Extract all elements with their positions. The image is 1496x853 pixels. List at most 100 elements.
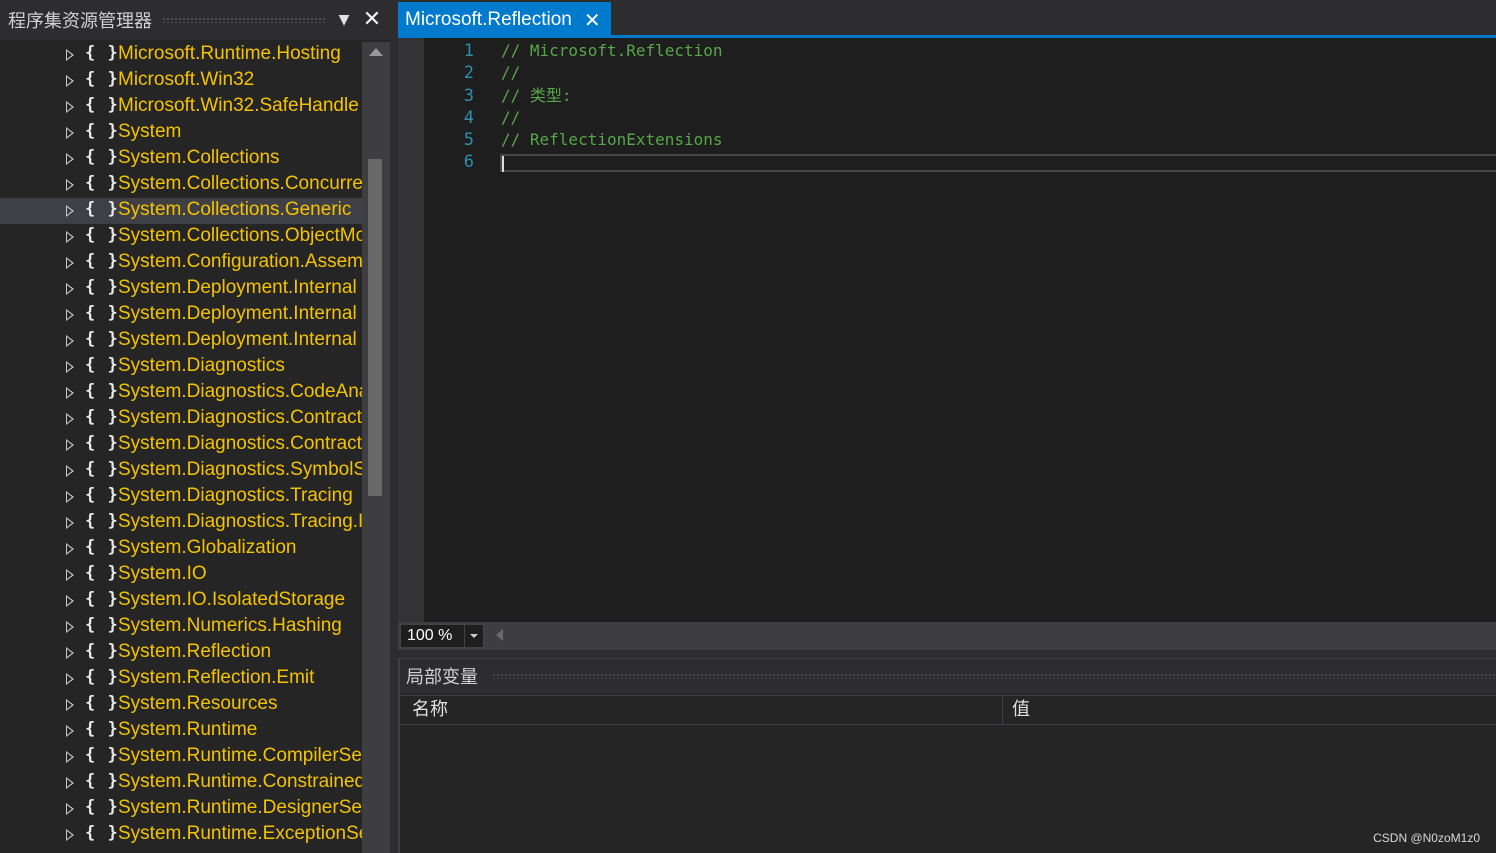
- namespace-icon: { }: [85, 95, 119, 115]
- tree-item[interactable]: { } System.Deployment.Internal: [0, 302, 362, 328]
- tree-scrollbar[interactable]: [362, 42, 390, 853]
- tree-item[interactable]: { } System.Runtime.ExceptionSe: [0, 822, 362, 848]
- expand-arrow-icon[interactable]: [66, 725, 74, 737]
- code-line[interactable]: //: [501, 107, 1496, 129]
- tree-item[interactable]: { } System.Configuration.Assem: [0, 250, 362, 276]
- tree-item[interactable]: { } System.IO.IsolatedStorage: [0, 588, 362, 614]
- expand-arrow-icon[interactable]: [66, 751, 74, 763]
- expand-arrow-icon[interactable]: [66, 829, 74, 841]
- expand-arrow-icon[interactable]: [66, 465, 74, 477]
- tree-item[interactable]: { } System.Globalization: [0, 536, 362, 562]
- chevron-down-icon[interactable]: ▼: [336, 12, 352, 28]
- expand-arrow-icon[interactable]: [66, 673, 74, 685]
- expand-arrow-icon[interactable]: [66, 517, 74, 529]
- tree-item-label: System.Runtime.Constrained: [118, 771, 362, 792]
- tree-item[interactable]: { } System.Collections: [0, 146, 362, 172]
- tree-item[interactable]: { } Microsoft.Win32.SafeHandle: [0, 94, 362, 120]
- tree-item[interactable]: { } System.Runtime.Constrained: [0, 770, 362, 796]
- expand-arrow-icon[interactable]: [66, 647, 74, 659]
- expand-arrow-icon[interactable]: [66, 621, 74, 633]
- tree-item[interactable]: { } System.Diagnostics.Contract: [0, 432, 362, 458]
- namespace-icon: { }: [85, 745, 119, 765]
- tree-item[interactable]: { } System.Collections.Concurre: [0, 172, 362, 198]
- column-header-name[interactable]: 名称: [412, 696, 448, 724]
- tree-item[interactable]: { } System.Diagnostics.Contract: [0, 406, 362, 432]
- expand-arrow-icon[interactable]: [66, 595, 74, 607]
- locals-panel: 局部变量 名称 值 CSDN @N0zoM1z0: [398, 658, 1496, 853]
- code-line[interactable]: [501, 151, 1496, 173]
- column-header-value[interactable]: 值: [1012, 696, 1030, 724]
- expand-arrow-icon[interactable]: [66, 309, 74, 321]
- code-line[interactable]: // Microsoft.Reflection: [501, 40, 1496, 62]
- tree-item[interactable]: { } Microsoft.Runtime.Hosting: [0, 42, 362, 68]
- tab-microsoft-reflection[interactable]: Microsoft.Reflection ✕: [398, 2, 611, 37]
- tree-item[interactable]: { } System.Deployment.Internal: [0, 276, 362, 302]
- tree-item-label: Microsoft.Win32: [118, 69, 255, 90]
- expand-arrow-icon[interactable]: [66, 101, 74, 113]
- tree-item[interactable]: { } Microsoft.Win32: [0, 68, 362, 94]
- expand-arrow-icon[interactable]: [66, 803, 74, 815]
- code-line[interactable]: // ReflectionExtensions: [501, 129, 1496, 151]
- tree-item[interactable]: { } System.Runtime: [0, 718, 362, 744]
- expand-arrow-icon[interactable]: [66, 387, 74, 399]
- tree-item[interactable]: { } System.Numerics.Hashing: [0, 614, 362, 640]
- text-caret: [502, 156, 504, 172]
- code-line[interactable]: //: [501, 62, 1496, 84]
- expand-arrow-icon[interactable]: [66, 699, 74, 711]
- tab-label: Microsoft.Reflection: [405, 8, 572, 30]
- expand-arrow-icon[interactable]: [66, 777, 74, 789]
- line-number: 4: [463, 107, 474, 128]
- expand-arrow-icon[interactable]: [66, 179, 74, 191]
- expand-arrow-icon[interactable]: [66, 569, 74, 581]
- scroll-left-arrow-icon[interactable]: [496, 629, 503, 641]
- expand-arrow-icon[interactable]: [66, 543, 74, 555]
- scroll-up-arrow-icon[interactable]: [369, 48, 383, 56]
- code-text-area[interactable]: // Microsoft.Reflection//// 类型://// Refl…: [501, 40, 1496, 174]
- tree-item-label: System.Reflection.Emit: [118, 667, 315, 688]
- tree-item[interactable]: { } System.Diagnostics.CodeAna: [0, 380, 362, 406]
- tree-item-label: System.IO: [118, 563, 207, 584]
- namespace-icon: { }: [85, 667, 119, 687]
- expand-arrow-icon[interactable]: [66, 257, 74, 269]
- tree-item[interactable]: { } System.Reflection: [0, 640, 362, 666]
- tree-item[interactable]: { } System.Resources: [0, 692, 362, 718]
- expand-arrow-icon[interactable]: [66, 49, 74, 61]
- tree-item[interactable]: { } System.Diagnostics: [0, 354, 362, 380]
- expand-arrow-icon[interactable]: [66, 335, 74, 347]
- expand-arrow-icon[interactable]: [66, 283, 74, 295]
- tree-item-label: System.Numerics.Hashing: [118, 615, 342, 636]
- expand-arrow-icon[interactable]: [66, 361, 74, 373]
- column-resize-divider[interactable]: [1002, 696, 1003, 724]
- tree-item-label: System.Runtime.DesignerSer: [118, 797, 362, 818]
- tree-item[interactable]: { } System.Diagnostics.Tracing: [0, 484, 362, 510]
- tree-item-label: Microsoft.Win32.SafeHandle: [118, 95, 359, 116]
- tree-item[interactable]: { } System: [0, 120, 362, 146]
- tree-item[interactable]: { } System.Collections.Generic: [0, 198, 362, 224]
- tree-item[interactable]: { } System.IO: [0, 562, 362, 588]
- expand-arrow-icon[interactable]: [66, 491, 74, 503]
- tree-item[interactable]: { } System.Collections.ObjectMo: [0, 224, 362, 250]
- scrollbar-thumb[interactable]: [368, 159, 382, 496]
- tree-item-label: System.Collections.Concurre: [118, 173, 362, 194]
- zoom-dropdown-button[interactable]: [464, 625, 483, 647]
- tree-item[interactable]: { } System.Deployment.Internal: [0, 328, 362, 354]
- close-icon[interactable]: ✕: [362, 9, 382, 31]
- expand-arrow-icon[interactable]: [66, 153, 74, 165]
- code-line[interactable]: // 类型:: [501, 85, 1496, 107]
- expand-arrow-icon[interactable]: [66, 75, 74, 87]
- tree-item[interactable]: { } System.Runtime.CompilerSe: [0, 744, 362, 770]
- tree-item[interactable]: { } System.Diagnostics.Tracing.I: [0, 510, 362, 536]
- close-tab-icon[interactable]: ✕: [584, 8, 601, 32]
- expand-arrow-icon[interactable]: [66, 413, 74, 425]
- expand-arrow-icon[interactable]: [66, 439, 74, 451]
- expand-arrow-icon[interactable]: [66, 127, 74, 139]
- tree-item[interactable]: { } System.Reflection.Emit: [0, 666, 362, 692]
- tree-item[interactable]: { } System.Runtime.DesignerSer: [0, 796, 362, 822]
- code-editor[interactable]: 123456 // Microsoft.Reflection//// 类型://…: [398, 38, 1496, 622]
- expand-arrow-icon[interactable]: [66, 205, 74, 217]
- panel-drag-grip[interactable]: [492, 673, 1496, 679]
- zoom-dropdown[interactable]: 100 %: [400, 624, 484, 648]
- panel-drag-grip[interactable]: [162, 17, 326, 23]
- expand-arrow-icon[interactable]: [66, 231, 74, 243]
- tree-item[interactable]: { } System.Diagnostics.SymbolS: [0, 458, 362, 484]
